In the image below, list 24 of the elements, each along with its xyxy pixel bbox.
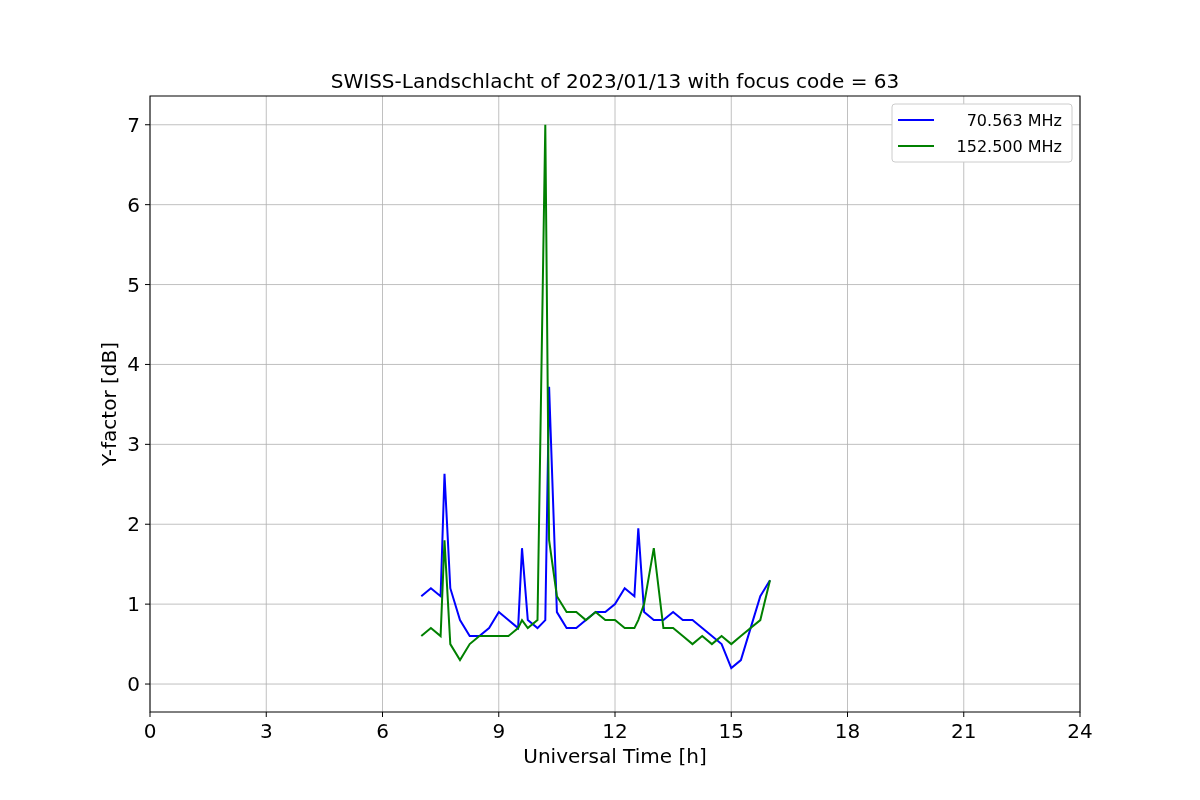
tick-label: 9 xyxy=(492,719,506,743)
tick-label: 6 xyxy=(376,719,389,743)
tick-label: 15 xyxy=(718,719,744,743)
tick-label: 24 xyxy=(1067,719,1093,743)
tick-label: 3 xyxy=(259,719,273,743)
chart-title: SWISS-Landschlacht of 2023/01/13 with focus code = 63 xyxy=(330,69,900,93)
tick-label: 21 xyxy=(951,719,977,743)
axis-label: Y-factor [dB] xyxy=(97,342,121,466)
tick-label: 0 xyxy=(143,719,157,743)
tick-label: 7 xyxy=(127,112,140,137)
legend-line xyxy=(897,119,935,121)
tick-label: 6 xyxy=(127,192,140,217)
axis-label: Universal Time [h] xyxy=(523,744,707,768)
tick-label: 18 xyxy=(834,719,861,743)
legend-line xyxy=(897,145,935,147)
legend-label: 70.563 MHz xyxy=(966,111,1062,130)
tick-label: 12 xyxy=(602,719,628,743)
tick-label: 4 xyxy=(127,352,140,377)
tick-label: 0 xyxy=(127,672,140,697)
tick-label: 3 xyxy=(127,432,140,457)
legend-label: 152.500 MHz xyxy=(956,137,1062,156)
tick-label: 1 xyxy=(127,592,140,617)
tick-label: 2 xyxy=(127,512,140,537)
tick-label: 5 xyxy=(127,272,140,297)
